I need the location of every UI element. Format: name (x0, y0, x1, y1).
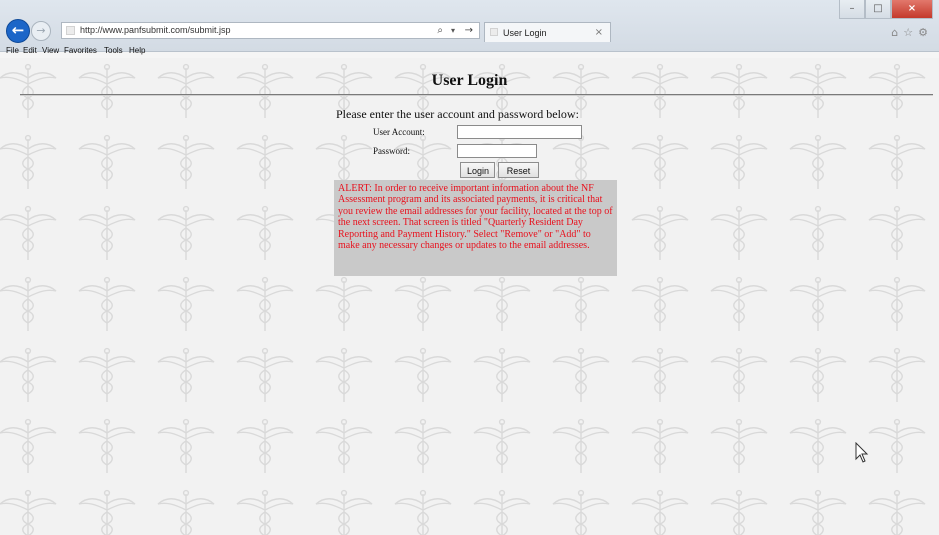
menu-file[interactable]: File (6, 46, 19, 55)
login-button[interactable]: Login (460, 162, 495, 178)
address-bar[interactable]: http://www.panfsubmit.com/submit.jsp ⌕ ▾… (61, 22, 480, 39)
menu-bar: File Edit View Favorites Tools Help (0, 45, 939, 58)
address-url: http://www.panfsubmit.com/submit.jsp (80, 25, 231, 35)
user-account-label: User Account: (373, 127, 425, 137)
chevron-down-icon[interactable]: ▾ (451, 23, 455, 38)
gear-icon[interactable]: ⚙ (918, 26, 933, 39)
user-account-input[interactable] (457, 125, 582, 139)
close-icon[interactable]: × (595, 24, 603, 42)
back-arrow-icon: ← (11, 21, 25, 39)
menu-edit[interactable]: Edit (23, 46, 37, 55)
login-prompt: Please enter the user account and passwo… (336, 107, 579, 121)
menu-tools[interactable]: Tools (104, 46, 123, 55)
star-icon[interactable]: ☆ (903, 26, 918, 39)
page-content: User Login Please enter the user account… (0, 58, 939, 535)
minimize-button[interactable]: – (839, 0, 865, 19)
tab-favicon (490, 28, 498, 36)
menu-favorites[interactable]: Favorites (64, 46, 97, 55)
mouse-cursor-icon (855, 442, 869, 463)
tab-label: User Login (503, 28, 547, 38)
menu-help[interactable]: Help (129, 46, 145, 55)
window-controls: – □ × (839, 0, 933, 19)
menu-view[interactable]: View (42, 46, 59, 55)
maximize-button[interactable]: □ (865, 0, 891, 19)
toolbar-icons: ⌂☆⚙ (891, 26, 933, 39)
title-divider (20, 94, 933, 96)
refresh-icon[interactable]: → (465, 23, 473, 38)
browser-chrome: ← → http://www.panfsubmit.com/submit.jsp… (0, 0, 939, 55)
tab-user-login[interactable]: User Login × (484, 22, 611, 42)
search-icon[interactable]: ⌕ (437, 23, 443, 38)
reset-button[interactable]: Reset (498, 162, 539, 178)
forward-arrow-icon: → (36, 24, 46, 37)
close-window-button[interactable]: × (891, 0, 933, 19)
page-title: User Login (431, 72, 508, 89)
password-label: Password: (373, 146, 411, 156)
email-alert-box: ALERT: In order to receive important inf… (334, 180, 617, 276)
page-favicon (66, 26, 75, 35)
back-button[interactable]: ← (6, 19, 30, 43)
home-icon[interactable]: ⌂ (891, 26, 903, 39)
password-input[interactable] (457, 144, 537, 158)
forward-button[interactable]: → (31, 21, 51, 41)
